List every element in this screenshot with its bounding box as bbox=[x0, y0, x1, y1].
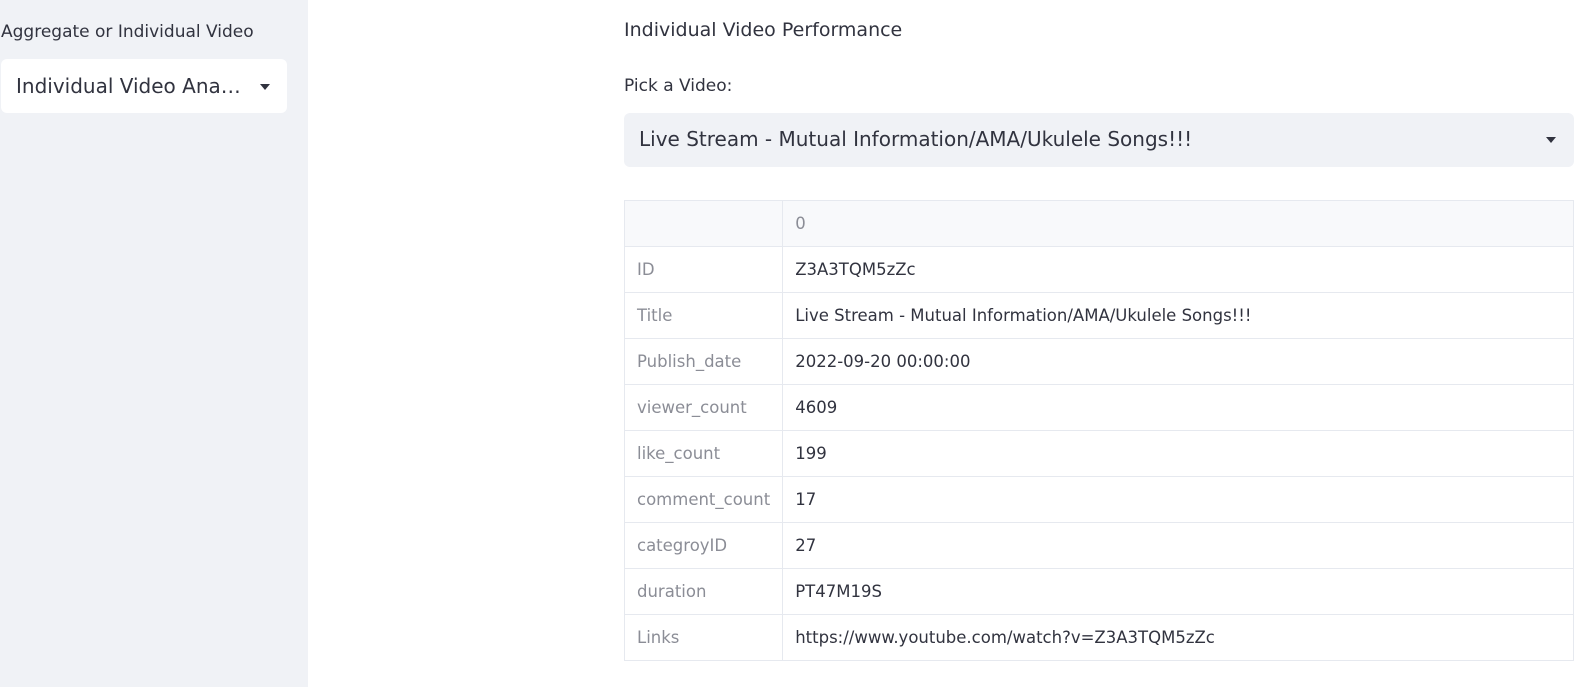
table-corner-cell bbox=[623, 200, 784, 247]
video-details-table: 0 ID Z3A3TQM5zZc Title Live Stream - Mut… bbox=[623, 200, 1574, 661]
analysis-type-select[interactable]: Individual Video Analysis bbox=[1, 59, 287, 113]
table-row: duration PT47M19S bbox=[623, 568, 1574, 615]
video-select[interactable]: Live Stream - Mutual Information/AMA/Uku… bbox=[624, 113, 1574, 167]
sidebar: Aggregate or Individual Video Individual… bbox=[0, 0, 308, 687]
table-row: viewer_count 4609 bbox=[623, 384, 1574, 431]
app: Aggregate or Individual Video Individual… bbox=[0, 0, 1587, 687]
table-cell: 2022-09-20 00:00:00 bbox=[782, 338, 1574, 385]
row-header: comment_count bbox=[623, 476, 784, 523]
row-header: viewer_count bbox=[623, 384, 784, 431]
analysis-type-select-value: Individual Video Analysis bbox=[16, 74, 241, 98]
section-title: Individual Video Performance bbox=[624, 19, 903, 41]
column-header: 0 bbox=[782, 200, 1574, 247]
table-row: comment_count 17 bbox=[623, 476, 1574, 523]
table-cell: 4609 bbox=[782, 384, 1574, 431]
row-header: categroyID bbox=[623, 522, 784, 569]
caret-down-icon bbox=[260, 84, 270, 90]
table-cell: 27 bbox=[782, 522, 1574, 569]
sidebar-select-label: Aggregate or Individual Video bbox=[1, 22, 254, 42]
table-header-row: 0 bbox=[623, 200, 1574, 247]
row-header: Title bbox=[623, 292, 784, 339]
table-cell: PT47M19S bbox=[782, 568, 1574, 615]
video-select-label: Pick a Video: bbox=[624, 76, 733, 96]
table-row: Links https://www.youtube.com/watch?v=Z3… bbox=[623, 614, 1574, 661]
table-row: Publish_date 2022-09-20 00:00:00 bbox=[623, 338, 1574, 385]
video-select-value: Live Stream - Mutual Information/AMA/Uku… bbox=[639, 127, 1193, 151]
table-row: ID Z3A3TQM5zZc bbox=[623, 246, 1574, 293]
row-header: duration bbox=[623, 568, 784, 615]
row-header: like_count bbox=[623, 430, 784, 477]
row-header: ID bbox=[623, 246, 784, 293]
table-row: categroyID 27 bbox=[623, 522, 1574, 569]
row-header: Publish_date bbox=[623, 338, 784, 385]
table-row: Title Live Stream - Mutual Information/A… bbox=[623, 292, 1574, 339]
row-header: Links bbox=[623, 614, 784, 661]
table-cell: Z3A3TQM5zZc bbox=[782, 246, 1574, 293]
table-cell: https://www.youtube.com/watch?v=Z3A3TQM5… bbox=[782, 614, 1574, 661]
table-cell: 199 bbox=[782, 430, 1574, 477]
table-cell: 17 bbox=[782, 476, 1574, 523]
table-row: like_count 199 bbox=[623, 430, 1574, 477]
caret-down-icon bbox=[1546, 137, 1556, 143]
table-cell: Live Stream - Mutual Information/AMA/Uku… bbox=[782, 292, 1574, 339]
